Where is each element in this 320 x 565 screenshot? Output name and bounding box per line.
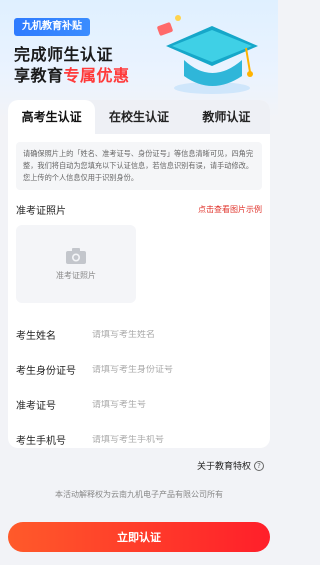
upload-notice: 请确保照片上的「姓名、准考证号、身份证号」等信息清晰可见，四角完整，我们将自动为… [16, 142, 262, 190]
field-label: 考生姓名 [16, 331, 56, 342]
form-row-id: 考生身份证号 [8, 352, 270, 387]
form-row-exam: 准考证号 [8, 387, 270, 422]
graduation-cap-icon [157, 15, 258, 94]
photo-label: 准考证照片 [16, 206, 66, 217]
privilege-label: 关于教育特权 [196, 462, 251, 472]
phone-input[interactable] [92, 434, 252, 445]
certification-card: 高考生认证 在校生认证 教师认证 请确保照片上的「姓名、准考证号、身份证号」等信… [8, 100, 270, 448]
tab-gaokao-student[interactable]: 高考生认证 [8, 100, 96, 134]
field-label: 考生手机号 [16, 436, 66, 447]
photo-header: 准考证照片 点击查看图片示例 [16, 202, 262, 217]
rights-statement: 本活动解释权为云南九机电子产品有限公司所有 [55, 490, 223, 499]
field-label: 考生身份证号 [16, 366, 76, 377]
tab-current-student[interactable]: 在校生认证 [95, 100, 182, 134]
admission-photo-upload[interactable]: 准考证照片 [16, 225, 136, 303]
upload-label: 准考证照片 [56, 270, 96, 280]
exam-number-input[interactable] [92, 399, 252, 410]
field-label: 准考证号 [16, 401, 56, 412]
form-row-phone: 考生手机号 [8, 422, 270, 448]
cert-type-tabs: 高考生认证 在校生认证 教师认证 [8, 100, 270, 134]
tab-teacher[interactable]: 教师认证 [183, 100, 270, 134]
hero-title-line2: 享教育专属优惠 [14, 62, 130, 86]
hero-title-prefix: 享教育 [14, 66, 64, 85]
submit-button[interactable]: 立即认证 [8, 522, 270, 552]
education-privilege-link[interactable]: 关于教育特权 ? [197, 459, 264, 472]
form-row-name: 考生姓名 [8, 317, 270, 352]
id-number-input[interactable] [92, 364, 252, 375]
form-fields: 考生姓名 考生身份证号 准考证号 考生手机号 [8, 317, 270, 448]
view-example-link[interactable]: 点击查看图片示例 [198, 204, 262, 215]
camera-icon [66, 247, 86, 264]
subsidy-badge: 九机教育补贴 [14, 18, 90, 36]
hero-title-accent: 专属优惠 [63, 66, 130, 85]
question-icon: ? [254, 460, 264, 471]
student-name-input[interactable] [92, 329, 252, 340]
